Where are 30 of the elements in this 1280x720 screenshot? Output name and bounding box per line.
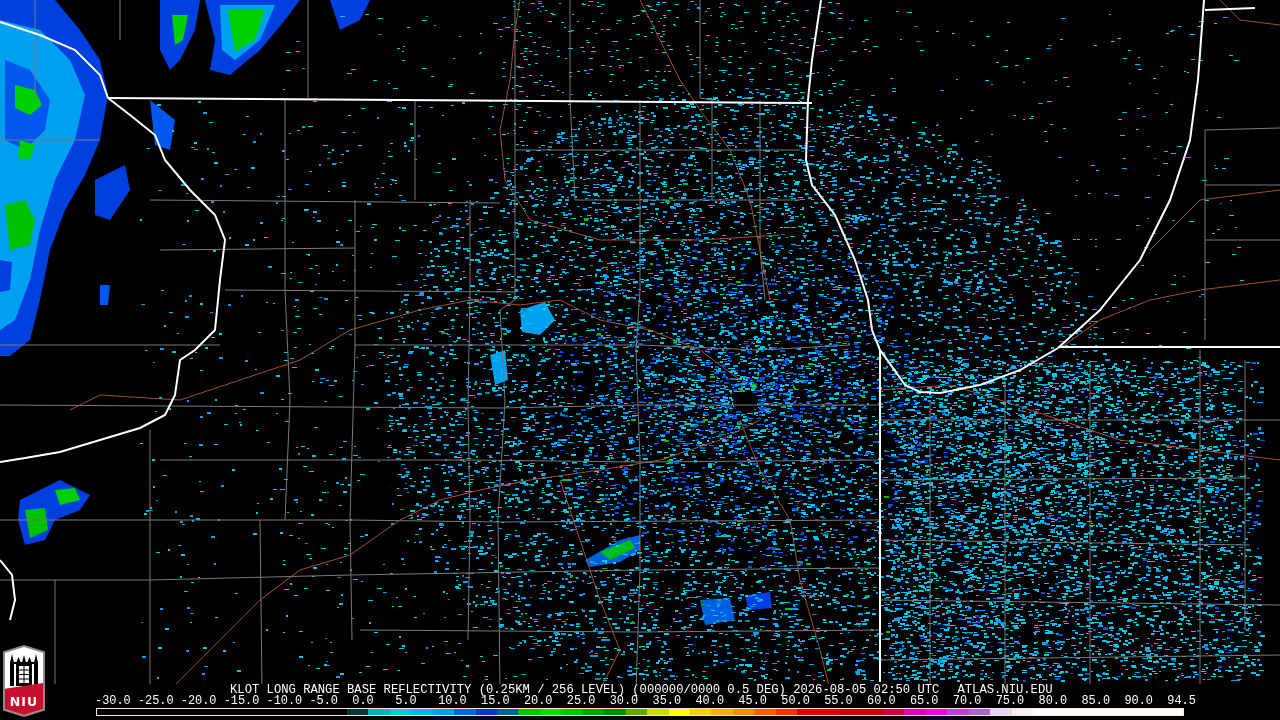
scale-label: -15.0 xyxy=(223,694,260,708)
scale-label: 5.0 xyxy=(395,694,417,708)
logo-text: NIU xyxy=(9,696,39,711)
scale-label: 75.0 xyxy=(995,694,1025,708)
scale-label: 30.0 xyxy=(609,694,639,708)
scale-label: 20.0 xyxy=(523,694,553,708)
scale-label: 80.0 xyxy=(1038,694,1068,708)
scale-label: 70.0 xyxy=(952,694,982,708)
scale-label: -30.0 xyxy=(95,694,131,708)
scale-label: 60.0 xyxy=(867,694,896,708)
scale-label: 15.0 xyxy=(481,694,510,708)
scale-label: 65.0 xyxy=(909,694,939,708)
scale-label: 50.0 xyxy=(781,694,810,708)
scale-label: 94.5 xyxy=(1167,694,1196,708)
scale-label: 40.0 xyxy=(695,694,724,708)
scale-label: -5.0 xyxy=(309,694,338,708)
scale-label: 35.0 xyxy=(652,694,682,708)
scale-label: 10.0 xyxy=(438,694,467,708)
product-title: KLOT LONG RANGE BASE REFLECTIVITY (0.25KM / 256 LEVEL) (000000/0000 0.5 DEG) 2026-08-05 02:50 UTC xyxy=(230,684,940,696)
scale-label: 25.0 xyxy=(566,694,596,708)
scale-label: 90.0 xyxy=(1124,694,1153,708)
scale-label: -10.0 xyxy=(266,694,303,708)
scale-label: 0.0 xyxy=(352,694,374,708)
scale-label: 55.0 xyxy=(824,694,853,708)
building-icon xyxy=(9,654,39,686)
scale-label: 45.0 xyxy=(738,694,767,708)
scale-label: -25.0 xyxy=(137,694,174,708)
source-url: ATLAS.NIU.EDU xyxy=(957,684,1053,696)
scale-label: -20.0 xyxy=(180,694,217,708)
scale-label: 85.0 xyxy=(1081,694,1111,708)
